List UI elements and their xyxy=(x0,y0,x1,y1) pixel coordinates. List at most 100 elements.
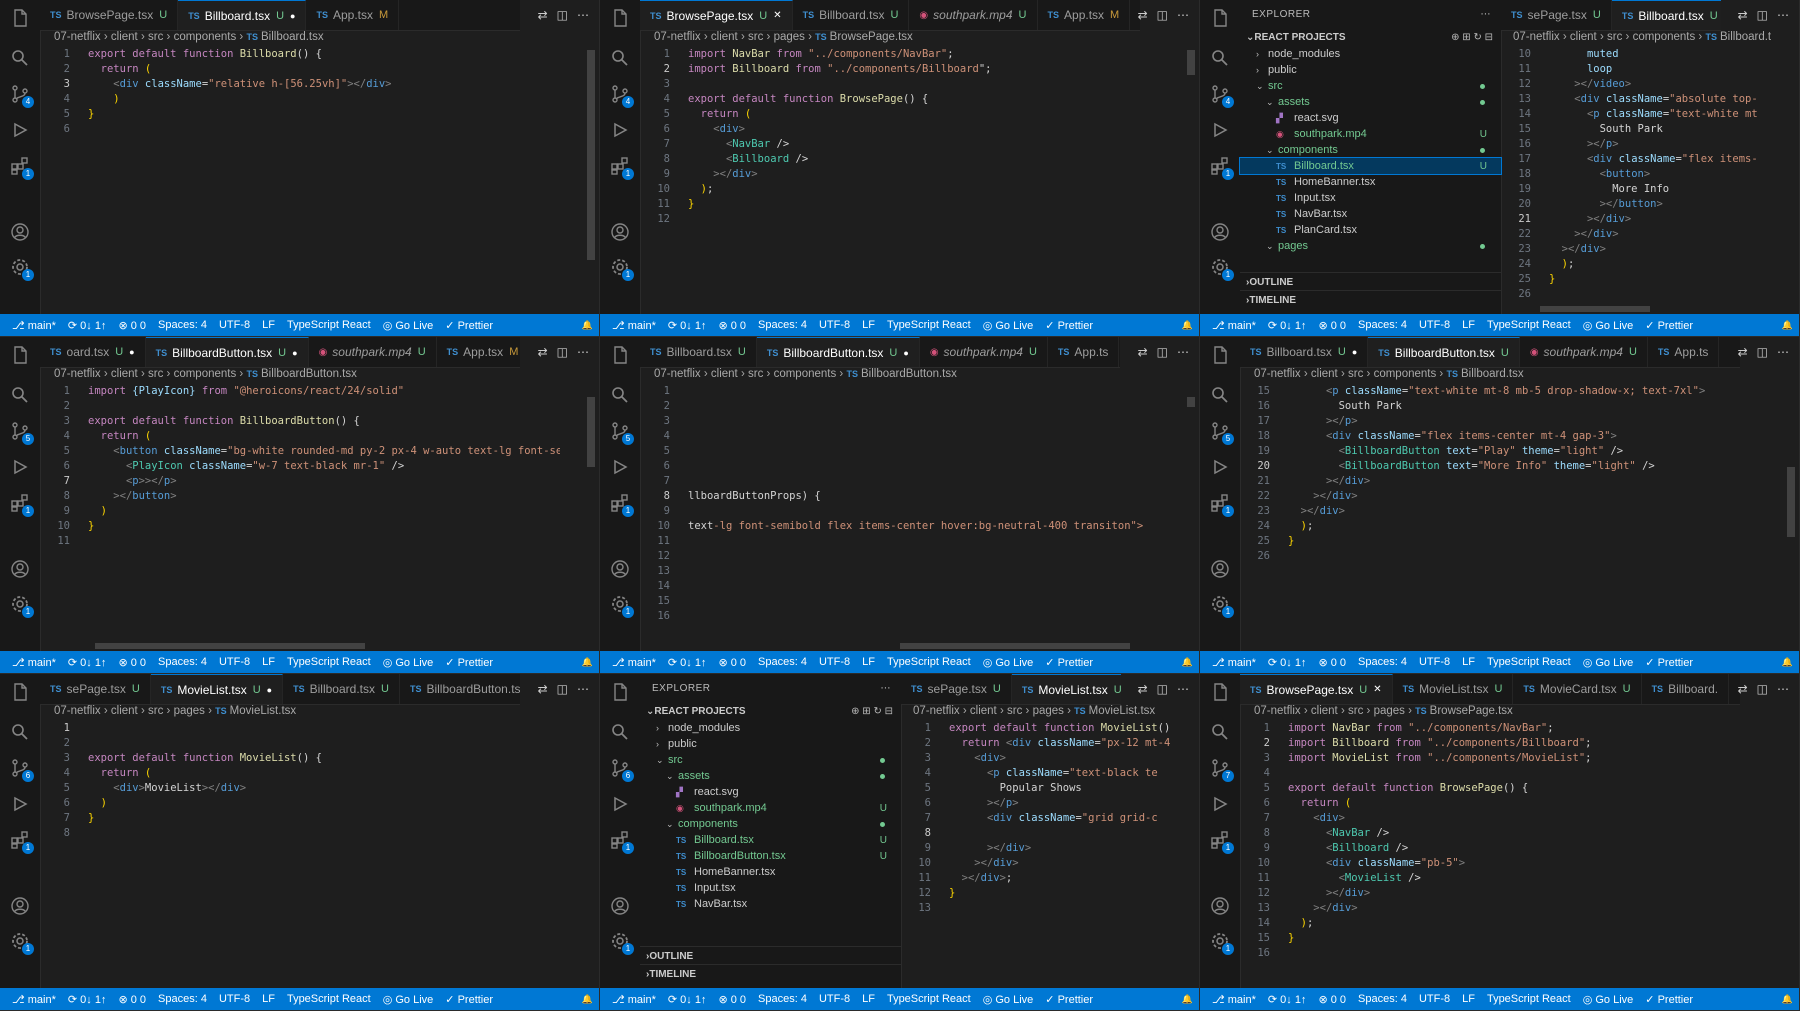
refresh-icon[interactable]: ↻ xyxy=(873,706,884,717)
run-debug-icon[interactable] xyxy=(610,794,630,814)
eol-status[interactable]: LF xyxy=(262,993,275,1005)
problems-status[interactable]: ⊗ 0 0 xyxy=(718,993,746,1006)
more-actions-icon[interactable]: ⋯ xyxy=(1177,345,1189,359)
problems-status[interactable]: ⊗ 0 0 xyxy=(118,656,146,669)
search-icon[interactable] xyxy=(1210,48,1230,68)
tree-item[interactable]: TS BillboardButton.tsx U xyxy=(640,848,901,864)
editor-tab[interactable]: ◉ southpark.mp4 U xyxy=(920,337,1048,367)
sync-status[interactable]: ⟳ 0↓ 1↑ xyxy=(668,993,707,1006)
editor-tab[interactable]: TS sePage.tsx U xyxy=(901,674,1012,704)
go-live-status[interactable]: ◎ Go Live xyxy=(983,319,1034,332)
prettier-status[interactable]: ✓ Prettier xyxy=(1045,656,1093,669)
breadcrumb-item[interactable]: src xyxy=(148,31,163,43)
indentation-status[interactable]: Spaces: 4 xyxy=(1358,656,1407,668)
tree-item[interactable]: TS HomeBanner.tsx xyxy=(640,864,901,880)
source-control-icon[interactable]: 6 xyxy=(610,758,634,782)
notifications-icon[interactable]: 🔔 xyxy=(1782,320,1793,331)
breadcrumb-item[interactable]: client xyxy=(711,31,738,43)
notifications-icon[interactable]: 🔔 xyxy=(1182,994,1193,1005)
compare-changes-icon[interactable]: ⇄ xyxy=(1738,682,1748,696)
more-actions-icon[interactable]: ⋯ xyxy=(881,683,892,694)
eol-status[interactable]: LF xyxy=(862,656,875,668)
code-editor[interactable]: 1 export default function Billboard() {2 … xyxy=(40,47,560,137)
collapse-all-icon[interactable]: ⊟ xyxy=(885,706,893,717)
breadcrumb-item[interactable]: MovieList.tsx xyxy=(230,705,296,717)
editor-tab[interactable]: TS Billboard.tsx U xyxy=(793,0,910,30)
prettier-status[interactable]: ✓ Prettier xyxy=(445,993,493,1006)
editor-tab[interactable]: TS BrowsePage.tsx U ✕ xyxy=(1240,674,1393,704)
compare-changes-icon[interactable]: ⇄ xyxy=(1738,345,1748,359)
editor-tab[interactable]: TS BillboardButton.tsx U ● xyxy=(756,337,920,367)
git-branch-status[interactable]: ⎇ main* xyxy=(612,993,656,1006)
prettier-status[interactable]: ✓ Prettier xyxy=(445,656,493,669)
tree-item[interactable]: ◉ southpark.mp4 U xyxy=(1240,126,1501,142)
editor-tab[interactable]: TSMovieList.tsxU● xyxy=(1011,674,1121,704)
more-actions-icon[interactable]: ⋯ xyxy=(577,682,589,696)
code-editor[interactable]: 1 2 3 export default function MovieList() {… xyxy=(40,721,560,841)
split-editor-icon[interactable]: ◫ xyxy=(557,682,568,696)
settings-gear-icon[interactable]: 1 xyxy=(1210,257,1234,281)
sync-status[interactable]: ⟳ 0↓ 1↑ xyxy=(68,993,107,1006)
code-editor[interactable]: 10 muted 11 loop 12 ></video> 13 <div class… xyxy=(1501,47,1771,302)
compare-changes-icon[interactable]: ⇄ xyxy=(1138,8,1148,22)
notifications-icon[interactable]: 🔔 xyxy=(1182,320,1193,331)
tree-item[interactable]: › node_modules xyxy=(640,720,901,736)
code-editor[interactable]: 1 2 3 4 5 6 7 8 llboardButtonProps) {9 10 text-lg … xyxy=(640,384,1160,624)
go-live-status[interactable]: ◎ Go Live xyxy=(1583,319,1634,332)
search-icon[interactable] xyxy=(10,722,30,742)
account-icon[interactable] xyxy=(10,222,30,242)
encoding-status[interactable]: UTF-8 xyxy=(1419,993,1450,1005)
editor-tab[interactable]: TS sePage.tsx U xyxy=(1501,0,1612,30)
breadcrumb-item[interactable]: client xyxy=(1311,705,1338,717)
problems-status[interactable]: ⊗ 0 0 xyxy=(118,993,146,1006)
prettier-status[interactable]: ✓ Prettier xyxy=(1045,993,1093,1006)
language-mode-status[interactable]: TypeScript React xyxy=(887,656,971,668)
language-mode-status[interactable]: TypeScript React xyxy=(287,656,371,668)
prettier-status[interactable]: ✓ Prettier xyxy=(445,319,493,332)
editor-tab[interactable]: TS BillboardButton.tsx U ● xyxy=(145,337,309,367)
sync-status[interactable]: ⟳ 0↓ 1↑ xyxy=(68,319,107,332)
more-actions-icon[interactable]: ⋯ xyxy=(1777,682,1789,696)
settings-gear-icon[interactable]: 1 xyxy=(1210,594,1234,618)
tree-item[interactable]: ▞ react.svg xyxy=(1240,110,1501,126)
compare-changes-icon[interactable]: ⇄ xyxy=(538,8,548,22)
new-folder-icon[interactable]: ⊞ xyxy=(1462,32,1473,43)
git-branch-status[interactable]: ⎇ main* xyxy=(612,319,656,332)
split-editor-icon[interactable]: ◫ xyxy=(1157,345,1168,359)
run-debug-icon[interactable] xyxy=(10,120,30,140)
breadcrumb-item[interactable]: client xyxy=(1311,368,1338,380)
explorer-icon[interactable] xyxy=(10,682,30,702)
indentation-status[interactable]: Spaces: 4 xyxy=(1358,993,1407,1005)
indentation-status[interactable]: Spaces: 4 xyxy=(158,319,207,331)
explorer-icon[interactable] xyxy=(610,8,630,28)
git-branch-status[interactable]: ⎇ main* xyxy=(1212,656,1256,669)
notifications-icon[interactable]: 🔔 xyxy=(1782,994,1793,1005)
tree-item[interactable]: ◉ southpark.mp4 U xyxy=(640,800,901,816)
split-editor-icon[interactable]: ◫ xyxy=(1757,345,1768,359)
tree-item[interactable]: ⌄ src xyxy=(1240,78,1501,94)
extensions-icon[interactable]: 1 xyxy=(610,493,634,517)
notifications-icon[interactable]: 🔔 xyxy=(1182,657,1193,668)
breadcrumb-item[interactable]: BillboardButton.tsx xyxy=(861,368,957,380)
notifications-icon[interactable]: 🔔 xyxy=(1782,657,1793,668)
vertical-scrollbar[interactable] xyxy=(1187,397,1195,407)
editor-tab[interactable]: TS App.tsx M xyxy=(1038,0,1131,30)
breadcrumb-item[interactable]: 07-netflix xyxy=(1254,368,1301,380)
breadcrumb-item[interactable]: 07-netflix xyxy=(54,31,101,43)
problems-status[interactable]: ⊗ 0 0 xyxy=(118,319,146,332)
tree-item[interactable]: › public xyxy=(640,736,901,752)
eol-status[interactable]: LF xyxy=(1462,993,1475,1005)
split-editor-icon[interactable]: ◫ xyxy=(1757,682,1768,696)
editor-tab[interactable]: TS BrowsePage.tsx U xyxy=(40,0,179,30)
tree-item[interactable]: ⌄ src xyxy=(640,752,901,768)
split-editor-icon[interactable]: ◫ xyxy=(557,8,568,22)
tree-item[interactable]: ⌄ assets xyxy=(640,768,901,784)
new-file-icon[interactable]: ⊕ xyxy=(851,706,862,717)
prettier-status[interactable]: ✓ Prettier xyxy=(1045,319,1093,332)
compare-changes-icon[interactable]: ⇄ xyxy=(1138,345,1148,359)
project-section-header[interactable]: ⌄ REACT PROJECTS ⊕ ⊞ ↻ ⊟ xyxy=(640,702,901,720)
eol-status[interactable]: LF xyxy=(262,319,275,331)
split-editor-icon[interactable]: ◫ xyxy=(1757,8,1768,22)
run-debug-icon[interactable] xyxy=(10,794,30,814)
tree-item[interactable]: TS Input.tsx xyxy=(1240,190,1501,206)
